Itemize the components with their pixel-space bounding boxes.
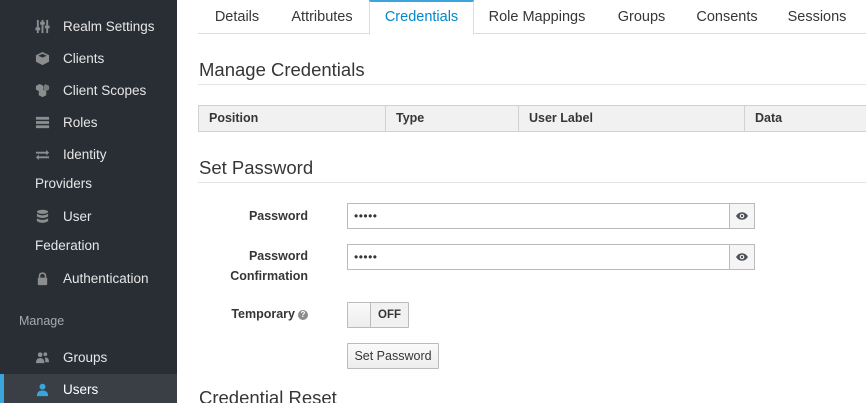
password-confirmation-field[interactable]: ••••• (347, 244, 755, 270)
sidebar-section-heading: Manage (19, 314, 65, 328)
credentials-table-header: Position Type User Label Data (198, 105, 866, 132)
password-confirmation-label-line2: Confirmation (230, 269, 308, 283)
sidebar-item-label: Client Scopes (63, 82, 147, 98)
eye-icon[interactable] (729, 204, 754, 228)
user-icon (34, 381, 50, 397)
sidebar-item-label: Identity (63, 146, 107, 162)
eye-icon[interactable] (729, 245, 754, 269)
set-password-heading: Set Password (199, 157, 314, 178)
sidebar-item-label: Authentication (63, 270, 149, 286)
divider (198, 84, 866, 85)
tab-role-mappings[interactable]: Role Mappings (475, 0, 599, 34)
sidebar-item-client-scopes[interactable]: Client Scopes (0, 75, 177, 105)
sidebar-item-groups[interactable]: Groups (0, 342, 177, 372)
toggle-state: OFF (371, 303, 408, 327)
tab-credentials[interactable]: Credentials (369, 0, 474, 35)
sidebar-item-label: Roles (63, 114, 98, 130)
temporary-label: Temporary? (200, 304, 308, 324)
sidebar: Realm Settings Clients Client Scopes Rol… (0, 0, 177, 403)
sidebar-item-roles[interactable]: Roles (0, 107, 177, 137)
sidebar-item-realm-settings[interactable]: Realm Settings (0, 11, 177, 41)
toggle-knob[interactable] (348, 303, 371, 327)
sidebar-item-label-continuation[interactable]: Providers (35, 176, 92, 191)
sliders-icon (34, 18, 50, 34)
sidebar-item-label: Realm Settings (63, 18, 155, 34)
sidebar-item-label: Clients (63, 50, 105, 66)
password-value[interactable]: ••••• (348, 204, 729, 228)
sidebar-item-label-continuation[interactable]: Federation (35, 238, 100, 253)
database-icon (34, 208, 50, 224)
cube-icon (34, 50, 50, 66)
manage-credentials-heading: Manage Credentials (199, 59, 365, 80)
column-header-type[interactable]: Type (386, 106, 519, 131)
sidebar-item-label: Users (63, 381, 99, 397)
users-icon (34, 349, 50, 365)
tab-consents[interactable]: Consents (682, 0, 772, 34)
divider (198, 182, 866, 183)
sidebar-item-label: Groups (63, 349, 108, 365)
sidebar-item-user-federation[interactable]: User (0, 201, 177, 231)
tab-details[interactable]: Details (198, 0, 276, 34)
column-header-position[interactable]: Position (199, 106, 386, 131)
tab-groups[interactable]: Groups (603, 0, 680, 34)
credential-reset-heading: Credential Reset (199, 387, 337, 403)
list-icon (34, 114, 50, 130)
password-field[interactable]: ••••• (347, 203, 755, 229)
sidebar-item-authentication[interactable]: Authentication (0, 263, 177, 293)
sidebar-item-clients[interactable]: Clients (0, 43, 177, 73)
password-confirmation-label: Password Confirmation (210, 246, 308, 286)
password-label: Password (248, 209, 308, 223)
sidebar-item-identity-providers[interactable]: Identity (0, 139, 177, 169)
user-tabs: Details Attributes Credentials Role Mapp… (198, 0, 866, 35)
help-icon[interactable]: ? (298, 309, 308, 320)
set-password-button[interactable]: Set Password (347, 343, 439, 369)
sidebar-item-label: User (63, 208, 92, 224)
tab-sessions[interactable]: Sessions (776, 0, 858, 34)
password-confirmation-value[interactable]: ••••• (348, 245, 729, 269)
exchange-icon (34, 146, 50, 162)
sidebar-item-users[interactable]: Users (0, 374, 177, 403)
lock-icon (34, 270, 50, 286)
temporary-toggle[interactable]: OFF (347, 302, 409, 328)
temporary-label-text: Temporary (231, 307, 295, 321)
password-confirmation-label-line1: Password (248, 249, 308, 263)
column-header-data[interactable]: Data (745, 106, 866, 131)
column-header-user-label[interactable]: User Label (519, 106, 745, 131)
cubes-icon (34, 82, 50, 98)
tab-attributes[interactable]: Attributes (276, 0, 368, 34)
